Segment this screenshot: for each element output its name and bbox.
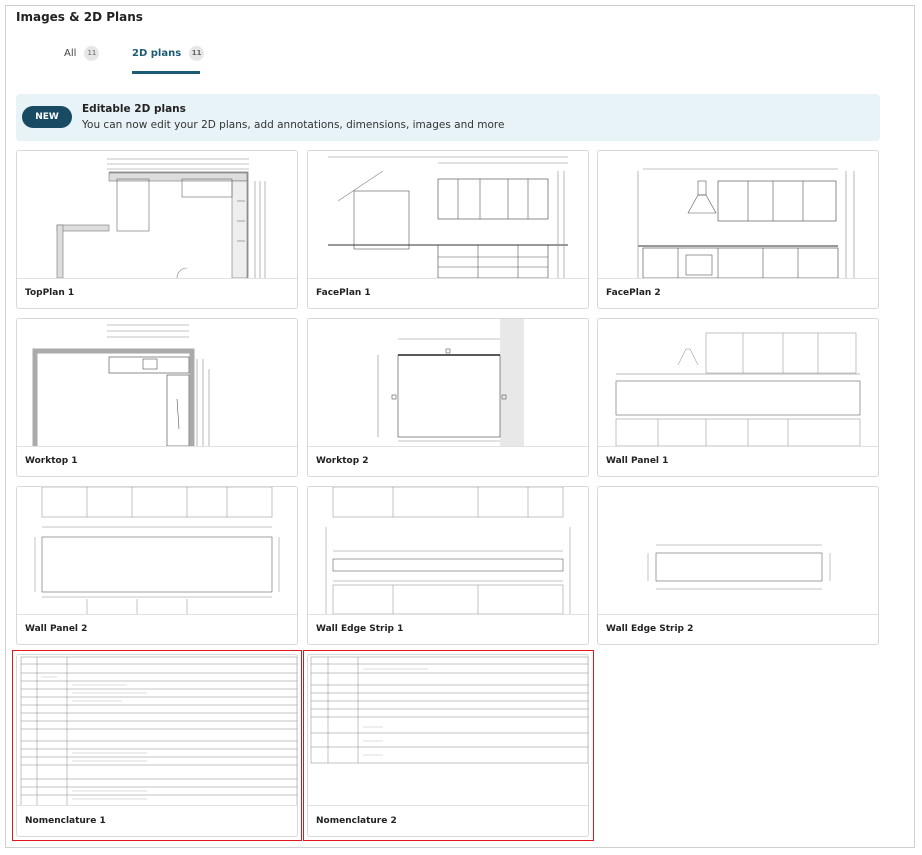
- plan-thumbnail: [598, 151, 878, 279]
- banner-title: Editable 2D plans: [82, 103, 186, 115]
- plan-card-title: FacePlan 2: [606, 288, 661, 298]
- section-title: Images & 2D Plans: [16, 10, 143, 24]
- plan-thumbnail: [308, 151, 588, 279]
- tab-all-count: 11: [84, 46, 100, 61]
- plan-card-faceplan-1[interactable]: FacePlan 1: [307, 150, 589, 309]
- plan-card-title: Nomenclature 1: [25, 816, 106, 826]
- plan-thumbnail: [17, 151, 297, 279]
- plan-card-title: Nomenclature 2: [316, 816, 397, 826]
- plan-card-title: TopPlan 1: [25, 288, 75, 298]
- plan-card-worktop-2[interactable]: Worktop 2: [307, 318, 589, 477]
- new-badge: NEW: [22, 106, 72, 128]
- plan-card-title: Wall Edge Strip 2: [606, 624, 694, 634]
- plan-card-worktop-1[interactable]: Worktop 1: [16, 318, 298, 477]
- tab-2d-plans[interactable]: 2D plans 11: [132, 46, 205, 76]
- plan-card-title: Wall Panel 1: [606, 456, 669, 466]
- plan-card-wall-edge-strip-2[interactable]: Wall Edge Strip 2: [597, 486, 879, 645]
- tab-all[interactable]: All 11: [64, 46, 100, 76]
- plan-card-title: Worktop 2: [316, 456, 369, 466]
- plan-thumbnail: [17, 319, 297, 447]
- plan-card-faceplan-2[interactable]: FacePlan 2: [597, 150, 879, 309]
- plan-card-topplan-1[interactable]: TopPlan 1: [16, 150, 298, 309]
- tab-all-label: All: [64, 48, 77, 59]
- plan-card-nomenclature-2[interactable]: Nomenclature 2: [307, 654, 589, 837]
- plan-card-nomenclature-1[interactable]: Nomenclature 1: [16, 654, 298, 837]
- plan-card-wall-panel-1[interactable]: Wall Panel 1: [597, 318, 879, 477]
- tab-2d-plans-count: 11: [189, 46, 205, 61]
- plan-thumbnail: [308, 655, 588, 806]
- plan-card-title: FacePlan 1: [316, 288, 371, 298]
- tab-2d-plans-label: 2D plans: [132, 48, 182, 59]
- plan-card-title: Wall Edge Strip 1: [316, 624, 404, 634]
- plan-thumbnail: [17, 487, 297, 615]
- plan-card-title: Wall Panel 2: [25, 624, 88, 634]
- plan-thumbnail: [17, 655, 297, 806]
- banner-subtitle: You can now edit your 2D plans, add anno…: [82, 119, 505, 131]
- plan-card-wall-edge-strip-1[interactable]: Wall Edge Strip 1: [307, 486, 589, 645]
- editable-plans-banner: NEW Editable 2D plans You can now edit y…: [16, 94, 880, 141]
- plan-thumbnail: [598, 487, 878, 615]
- plan-card-title: Worktop 1: [25, 456, 78, 466]
- plan-thumbnail: [308, 319, 588, 447]
- plan-card-wall-panel-2[interactable]: Wall Panel 2: [16, 486, 298, 645]
- plan-thumbnail: [598, 319, 878, 447]
- plan-thumbnail: [308, 487, 588, 615]
